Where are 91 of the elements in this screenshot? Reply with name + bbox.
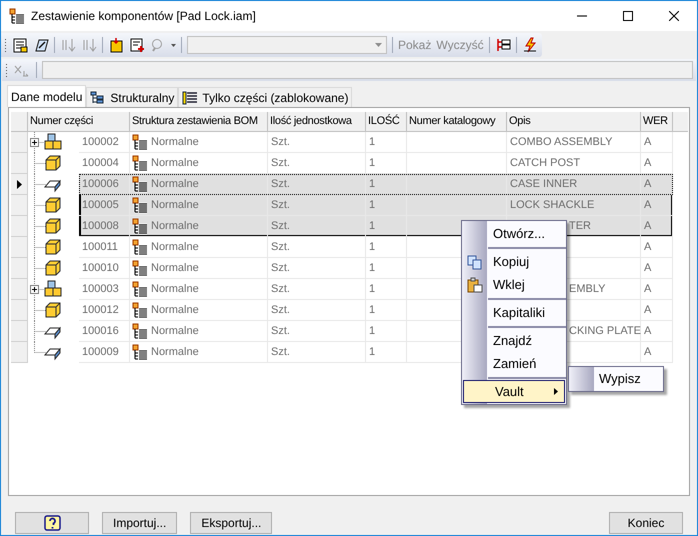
window-title: Zestawienie komponentów [Pad Lock.iam] xyxy=(31,8,256,25)
dropdown-caret-icon[interactable] xyxy=(171,44,176,46)
structure-icon xyxy=(132,323,148,339)
close-icon xyxy=(669,11,679,21)
table-cell-text: TER xyxy=(569,218,591,234)
table-cell-text: Normalne xyxy=(151,176,199,192)
table-cell-text: LOCK SHACKLE xyxy=(510,198,594,213)
table-cell: Szt. xyxy=(268,342,366,363)
table-row[interactable]: 100005 Normalne Szt. 1 LOCK SHACKLE A xyxy=(79,195,673,216)
grip-icon[interactable] xyxy=(4,37,7,53)
filter-combo[interactable] xyxy=(187,36,387,54)
column-header[interactable]: Numer katalogowy xyxy=(407,112,507,132)
table-cell-text: Normalne xyxy=(151,260,199,276)
menu-item[interactable]: Vault xyxy=(463,380,565,403)
tree-icon[interactable] xyxy=(494,37,511,53)
formula-field[interactable] xyxy=(42,61,693,79)
structure-icon xyxy=(132,344,148,360)
cube-icon xyxy=(44,154,62,172)
table-cell-text: CASE INNER xyxy=(510,176,578,192)
assembly-icon xyxy=(44,280,62,298)
dialog-button[interactable]: Eksportuj... xyxy=(190,512,272,534)
column-header[interactable]: ILOŚĆ xyxy=(366,112,407,132)
menu-item[interactable]: Kapitaliki xyxy=(462,301,566,324)
table-row[interactable]: 100002 Normalne Szt. 1 COMBO ASSEMBLY A xyxy=(79,132,673,153)
structure-icon xyxy=(132,281,148,297)
table-cell-text: Normalne xyxy=(151,218,199,234)
column-header[interactable]: WER xyxy=(641,112,673,132)
column-header[interactable]: Numer części xyxy=(28,112,130,132)
column-header[interactable]: Ilość jednostkowa xyxy=(268,112,366,132)
tab[interactable]: Dane modelu xyxy=(7,85,86,107)
table-cell-text: EMBLY xyxy=(569,282,606,297)
menu-icon-strip xyxy=(569,367,594,391)
dialog-button[interactable]: Koniec xyxy=(609,512,683,534)
structure-icon xyxy=(132,218,148,234)
submenu-arrow-icon xyxy=(554,388,558,395)
structure-icon xyxy=(132,197,148,213)
table-cell-text: Normalne xyxy=(151,240,199,255)
help-icon xyxy=(44,515,60,531)
help-button[interactable] xyxy=(15,512,89,534)
structure-icon xyxy=(132,260,148,276)
assembly-icon xyxy=(44,133,62,151)
row-header[interactable] xyxy=(11,174,28,195)
structure-icon xyxy=(132,176,148,192)
table-cell-text: Normalne xyxy=(151,134,199,150)
tab[interactable]: Strukturalny xyxy=(86,87,178,107)
table-cell-text: Normalne xyxy=(151,282,199,297)
tree-icon xyxy=(90,90,106,104)
structure-icon xyxy=(132,239,148,255)
row-pointer-icon xyxy=(16,180,22,188)
cube-icon xyxy=(44,259,62,277)
table-cell-text: COMBO ASSEMBLY xyxy=(510,134,612,150)
column-header[interactable]: Opis xyxy=(507,112,641,132)
structure-icon xyxy=(132,155,148,171)
table-cell-text: Normalne xyxy=(151,302,199,318)
app-icon xyxy=(9,8,25,24)
grip-icon[interactable] xyxy=(5,62,8,78)
table-cell-text: CKING PLATE xyxy=(569,324,641,339)
table-row[interactable]: 100006 Normalne Szt. 1 CASE INNER A xyxy=(79,174,673,195)
table-row[interactable]: 100004 Normalne Szt. 1 CATCH POST A xyxy=(79,153,673,174)
header-filler xyxy=(673,112,688,132)
menu-item[interactable]: Wypisz xyxy=(569,367,663,391)
table-cell: 100009 xyxy=(79,342,130,363)
paste-icon xyxy=(466,276,482,292)
cube-icon xyxy=(44,238,62,256)
list-icon xyxy=(182,90,198,104)
copy-icon xyxy=(466,254,482,270)
dropdown-caret-icon xyxy=(375,43,382,47)
table-cell-text: Normalne xyxy=(151,324,199,339)
header-corner xyxy=(11,112,28,132)
structure-icon xyxy=(132,302,148,318)
document-add-icon[interactable] xyxy=(129,37,145,53)
structure-icon xyxy=(132,134,148,150)
table-icon[interactable] xyxy=(12,37,28,53)
cube-icon xyxy=(44,196,62,214)
dialog-button[interactable]: Importuj... xyxy=(102,512,178,534)
document-icon[interactable] xyxy=(108,37,124,53)
tab[interactable]: Tylko części (zablokowane) xyxy=(178,87,352,107)
cube-icon xyxy=(44,301,62,319)
table-cell-text: Normalne xyxy=(151,156,199,171)
expand-icon[interactable] xyxy=(30,138,39,147)
expand-icon[interactable] xyxy=(30,285,39,294)
table-cell: 1 xyxy=(366,342,407,363)
table-cell-text: CATCH POST xyxy=(510,156,580,171)
pencil-icon[interactable] xyxy=(33,37,49,53)
table-cell-text: Normalne xyxy=(151,198,199,213)
table-cell-text: Normalne xyxy=(151,344,199,360)
column-header[interactable]: Struktura zestawienia BOM xyxy=(130,112,268,132)
cube-icon xyxy=(44,217,62,235)
lightning-icon[interactable] xyxy=(522,37,538,53)
table-cell: A xyxy=(641,342,673,363)
maximize-icon xyxy=(623,11,633,21)
